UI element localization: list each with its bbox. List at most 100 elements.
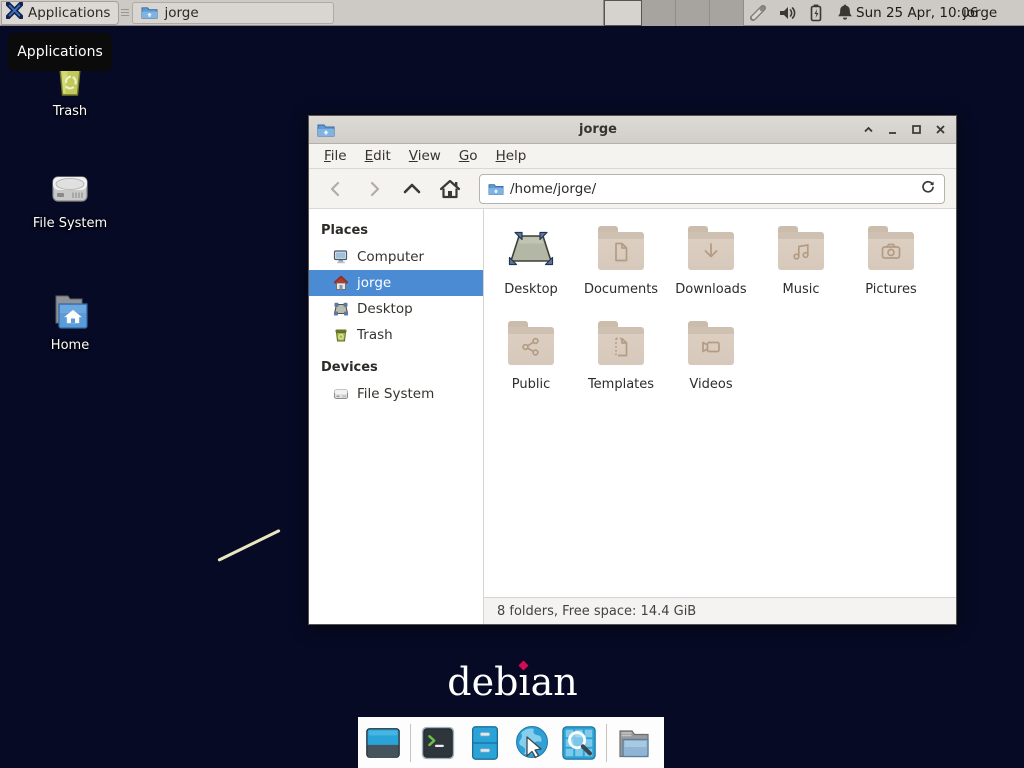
web-browser-icon[interactable] — [512, 723, 552, 763]
window-folder-icon — [317, 122, 335, 138]
file-grid: Desktop Documents — [484, 209, 956, 597]
location-bar[interactable] — [479, 174, 945, 204]
folder-downloads-icon — [687, 227, 735, 275]
statusbar-text: 8 folders, Free space: 14.4 GiB — [497, 604, 696, 619]
terminal-icon[interactable] — [418, 723, 458, 763]
file-item-music[interactable]: Music — [756, 227, 846, 322]
statusbar: 8 folders, Free space: 14.4 GiB — [484, 597, 956, 624]
file-item-videos[interactable]: Videos — [666, 322, 756, 417]
volume-icon[interactable] — [777, 3, 797, 23]
file-label: Desktop — [486, 282, 576, 297]
sidebar-item-label: Computer — [357, 249, 424, 265]
menubar: File Edit View Go Help — [309, 144, 956, 169]
path-folder-icon — [488, 182, 504, 196]
folder-templates-icon — [597, 322, 645, 370]
file-manager-window: jorge File Edit View Go Help — [308, 115, 957, 625]
hard-drive-icon — [48, 168, 92, 212]
menu-go[interactable]: Go — [450, 148, 487, 164]
dock-separator — [410, 724, 411, 762]
sidebar: Places Computer jorge — [309, 209, 484, 624]
applications-tooltip: Applications — [8, 33, 112, 71]
menu-view[interactable]: View — [400, 148, 450, 164]
menu-help[interactable]: Help — [487, 148, 536, 164]
file-label: Videos — [666, 377, 756, 392]
dock-separator — [606, 724, 607, 762]
sidebar-item-label: Desktop — [357, 301, 413, 317]
sidebar-item-trash[interactable]: Trash — [309, 322, 483, 348]
battery-icon[interactable] — [806, 3, 826, 23]
workspace-2[interactable] — [642, 0, 676, 26]
folder-pictures-icon — [867, 227, 915, 275]
panel-handle[interactable] — [121, 4, 129, 22]
shade-button[interactable] — [861, 122, 876, 137]
file-label: Downloads — [666, 282, 756, 297]
debian-logo: debıan — [430, 660, 595, 706]
home-button[interactable] — [433, 174, 467, 204]
path-input[interactable] — [510, 181, 914, 197]
applications-menu-button[interactable]: Applications — [1, 1, 119, 25]
desktop-icon-label: Trash — [25, 104, 115, 119]
menu-edit[interactable]: Edit — [356, 148, 400, 164]
sidebar-item-computer[interactable]: Computer — [309, 244, 483, 270]
workspace-3[interactable] — [676, 0, 710, 26]
forward-button[interactable] — [357, 174, 391, 204]
home-icon — [333, 275, 349, 291]
applications-icon — [6, 2, 23, 23]
file-item-documents[interactable]: Documents — [576, 227, 666, 322]
file-label: Music — [756, 282, 846, 297]
workspace-switcher[interactable] — [603, 0, 744, 26]
workspace-4[interactable] — [710, 0, 744, 26]
desktop-icon-label: Home — [25, 338, 115, 353]
menu-file[interactable]: File — [315, 148, 356, 164]
top-panel: Applications jorge — [0, 0, 1024, 26]
window-title: jorge — [335, 122, 861, 137]
places-header: Places — [309, 217, 483, 244]
notifications-bell-icon[interactable] — [835, 3, 855, 23]
computer-icon — [333, 249, 349, 265]
desktop-icon-file-system[interactable]: File System — [25, 168, 115, 231]
maximize-button[interactable] — [909, 122, 924, 137]
tooltip-text: Applications — [17, 44, 103, 60]
home-folder-icon — [48, 290, 92, 334]
sidebar-item-jorge[interactable]: jorge — [309, 270, 483, 296]
clipman-icon[interactable] — [748, 3, 768, 23]
system-tray — [748, 0, 855, 26]
file-item-downloads[interactable]: Downloads — [666, 227, 756, 322]
sidebar-item-label: jorge — [357, 275, 391, 291]
minimize-button[interactable] — [885, 122, 900, 137]
dock-panel — [358, 717, 664, 768]
sidebar-item-desktop[interactable]: Desktop — [309, 296, 483, 322]
folder-music-icon — [777, 227, 825, 275]
file-manager-icon[interactable] — [465, 723, 505, 763]
panel-username[interactable]: jorge — [963, 0, 997, 26]
directory-menu-icon[interactable] — [614, 723, 654, 763]
taskbar-window-button[interactable]: jorge — [132, 2, 334, 24]
harddisk-icon — [333, 386, 349, 402]
up-button[interactable] — [395, 174, 429, 204]
sidebar-item-label: File System — [357, 386, 434, 402]
panel-clock[interactable]: Sun 25 Apr, 10:06 — [856, 0, 978, 26]
folder-public-icon — [507, 322, 555, 370]
window-folder-icon — [141, 5, 158, 20]
reload-icon[interactable] — [920, 179, 936, 199]
desktop-icon-label: File System — [25, 216, 115, 231]
file-item-templates[interactable]: Templates — [576, 322, 666, 417]
trash-icon — [333, 327, 349, 343]
back-button[interactable] — [319, 174, 353, 204]
show-desktop-icon[interactable] — [363, 723, 403, 763]
file-label: Public — [486, 377, 576, 392]
file-item-public[interactable]: Public — [486, 322, 576, 417]
folder-videos-icon — [687, 322, 735, 370]
file-item-desktop[interactable]: Desktop — [486, 227, 576, 322]
desktop-icon — [333, 301, 349, 317]
close-button[interactable] — [933, 122, 948, 137]
file-label: Pictures — [846, 282, 936, 297]
desktop-icon-home[interactable]: Home — [25, 290, 115, 353]
file-item-pictures[interactable]: Pictures — [846, 227, 936, 322]
app-finder-icon[interactable] — [559, 723, 599, 763]
sidebar-item-file-system[interactable]: File System — [309, 381, 483, 407]
file-label: Documents — [576, 282, 666, 297]
workspace-1[interactable] — [604, 0, 642, 26]
devices-header: Devices — [309, 354, 483, 381]
titlebar[interactable]: jorge — [309, 116, 956, 144]
